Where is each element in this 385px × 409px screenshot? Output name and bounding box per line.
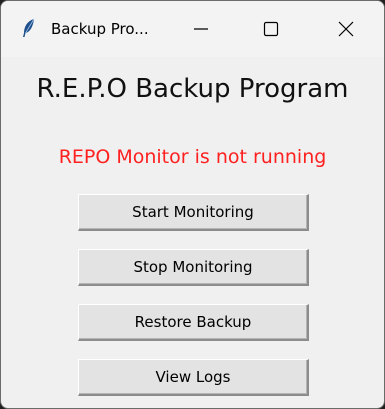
close-button[interactable] xyxy=(323,1,369,57)
title-bar[interactable]: Backup Pro... xyxy=(1,1,384,57)
restore-backup-button[interactable]: Restore Backup xyxy=(78,304,309,341)
stop-monitoring-button[interactable]: Stop Monitoring xyxy=(78,249,309,286)
minimize-icon xyxy=(194,28,208,30)
status-message: REPO Monitor is not running xyxy=(58,146,327,168)
page-title: R.E.P.O Backup Program xyxy=(36,74,349,104)
feather-icon xyxy=(21,18,37,38)
maximize-icon xyxy=(263,21,279,37)
start-monitoring-button[interactable]: Start Monitoring xyxy=(78,194,309,231)
maximize-button[interactable] xyxy=(248,1,294,57)
minimize-button[interactable] xyxy=(178,1,224,57)
app-window: Backup Pro... R.E.P.O Backup Program REP… xyxy=(0,0,385,409)
view-logs-button[interactable]: View Logs xyxy=(78,359,309,396)
window-title: Backup Pro... xyxy=(51,20,149,38)
close-icon xyxy=(338,21,354,37)
